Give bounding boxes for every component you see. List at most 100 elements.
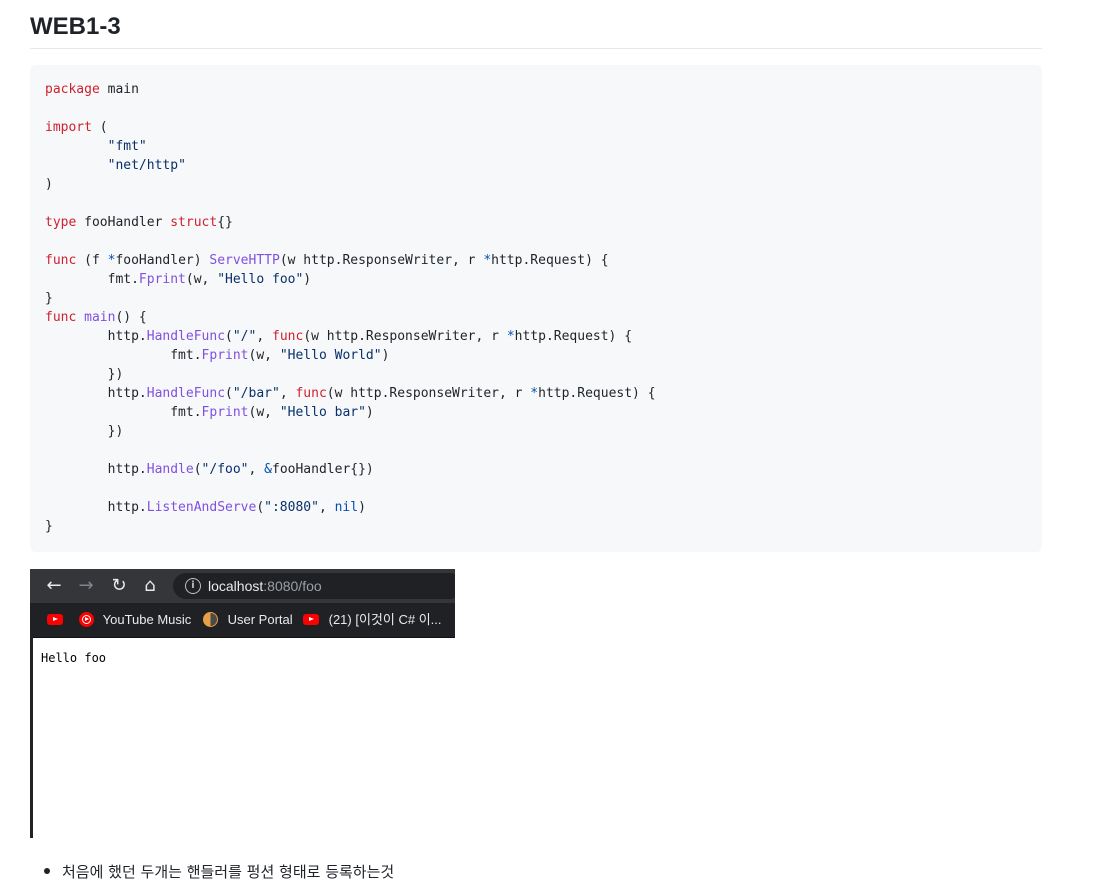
code-token: * (530, 386, 539, 401)
code-token: * (483, 253, 492, 268)
code-token: * (506, 329, 515, 344)
code-token: "Hello bar" (279, 405, 366, 420)
code-token: fooHandler (76, 215, 171, 230)
code-token: ( (225, 386, 233, 401)
code-token: (w, (248, 348, 280, 363)
code-token: fmt. (45, 272, 139, 287)
code-token: http. (45, 500, 147, 515)
code-token: http.Request) { (538, 386, 656, 401)
code-token: ) (45, 177, 53, 192)
code-token: (f (76, 253, 108, 268)
code-token: () { (115, 310, 147, 325)
forward-icon[interactable]: → (74, 574, 98, 598)
code-token: , (256, 329, 272, 344)
code-token: HandleFunc (146, 386, 226, 401)
page-title: WEB1-3 (30, 13, 121, 40)
code-token: , (248, 462, 265, 477)
code-line: import ( (45, 118, 1027, 137)
bookmark-youtube[interactable] (47, 611, 63, 629)
bullet-icon (44, 867, 50, 874)
code-line: "fmt" (45, 137, 1027, 156)
window-edge (30, 637, 33, 838)
address-bar[interactable]: i localhost:8080/foo (173, 573, 455, 599)
code-token: ( (193, 462, 202, 477)
code-token: ( (225, 329, 233, 344)
code-token: "fmt" (107, 139, 147, 154)
code-token: main (99, 82, 139, 97)
user-portal-icon (203, 612, 218, 628)
page-heading: WEB1-3 (30, 12, 1042, 49)
code-token: Handle (146, 462, 194, 477)
site-info-icon[interactable]: i (185, 578, 201, 594)
code-content: package main import ( "fmt" "net/http") … (45, 80, 1027, 536)
code-token: http. (45, 462, 147, 477)
youtube-icon (47, 614, 63, 626)
code-token: HandleFunc (146, 329, 226, 344)
code-line: "net/http" (45, 156, 1027, 175)
code-token: fooHandler{}) (272, 462, 374, 477)
code-token: ":8080" (264, 500, 319, 515)
code-token: http.Request) { (491, 253, 609, 268)
code-block: package main import ( "fmt" "net/http") … (30, 65, 1042, 552)
code-token: (w http.ResponseWriter, r (326, 386, 531, 401)
browser-screenshot: ← → ↻ ⌂ i localhost:8080/foo YouTube Mus… (30, 569, 455, 838)
reload-icon[interactable]: ↻ (107, 574, 131, 598)
bookmark-youtube-music[interactable]: YouTube Music (79, 611, 191, 629)
bookmark-user-portal[interactable]: User Portal (203, 611, 293, 629)
code-token: "net/http" (107, 158, 186, 173)
code-token: "/foo" (201, 462, 249, 477)
code-token: Fprint (201, 348, 249, 363)
address-url[interactable]: localhost:8080/foo (208, 577, 322, 595)
code-token: ListenAndServe (146, 500, 257, 515)
code-token: {} (217, 215, 233, 230)
back-icon[interactable]: ← (42, 574, 66, 598)
code-token: "/" (232, 329, 257, 344)
code-token: }) (45, 367, 124, 382)
code-token: "/bar" (232, 386, 280, 401)
code-token: } (45, 291, 53, 306)
code-token: fooHandler) (115, 253, 210, 268)
code-token: "Hello foo" (217, 272, 304, 287)
code-token: type (45, 215, 77, 230)
code-token: main (84, 310, 116, 325)
code-token: ( (256, 500, 265, 515)
code-line: type fooHandler struct{} (45, 213, 1027, 232)
code-token: struct (170, 215, 218, 230)
page-response-text: Hello foo (41, 651, 107, 665)
code-token: (w http.ResponseWriter, r (279, 253, 484, 268)
code-token: (w, (248, 405, 280, 420)
code-token: package (45, 82, 100, 97)
bookmark-label: YouTube Music (102, 612, 192, 627)
code-token: ServeHTTP (209, 253, 280, 268)
code-line: fmt.Fprint(w, "Hello foo") (45, 270, 1027, 289)
code-token: (w http.ResponseWriter, r (303, 329, 507, 344)
code-line: func main() { (45, 308, 1027, 327)
code-line: }) (45, 365, 1027, 384)
code-token: ( (91, 120, 108, 135)
code-line: ) (45, 175, 1027, 194)
code-token: , (318, 500, 335, 515)
code-token: fmt. (45, 405, 202, 420)
list-item-text: 처음에 했던 두개는 핸들러를 펑션 형태로 등록하는것 (62, 863, 395, 881)
code-token: ) (381, 348, 390, 363)
code-line: http.HandleFunc("/bar", func(w http.Resp… (45, 384, 1027, 403)
code-line: package main (45, 80, 1027, 99)
code-token: fmt. (45, 348, 202, 363)
bookmark-youtube-csharp[interactable]: (21) [이것이 C# 이... (303, 611, 441, 629)
code-token: } (45, 519, 53, 534)
code-line: fmt.Fprint(w, "Hello World") (45, 346, 1027, 365)
code-line: http.HandleFunc("/", func(w http.Respons… (45, 327, 1027, 346)
code-token: ) (365, 405, 374, 420)
home-icon[interactable]: ⌂ (138, 574, 162, 598)
code-token: }) (45, 424, 124, 439)
code-token: http.Request) { (514, 329, 633, 344)
code-token: ) (303, 272, 312, 287)
code-line: fmt.Fprint(w, "Hello bar") (45, 403, 1027, 422)
code-token: nil (334, 500, 359, 515)
